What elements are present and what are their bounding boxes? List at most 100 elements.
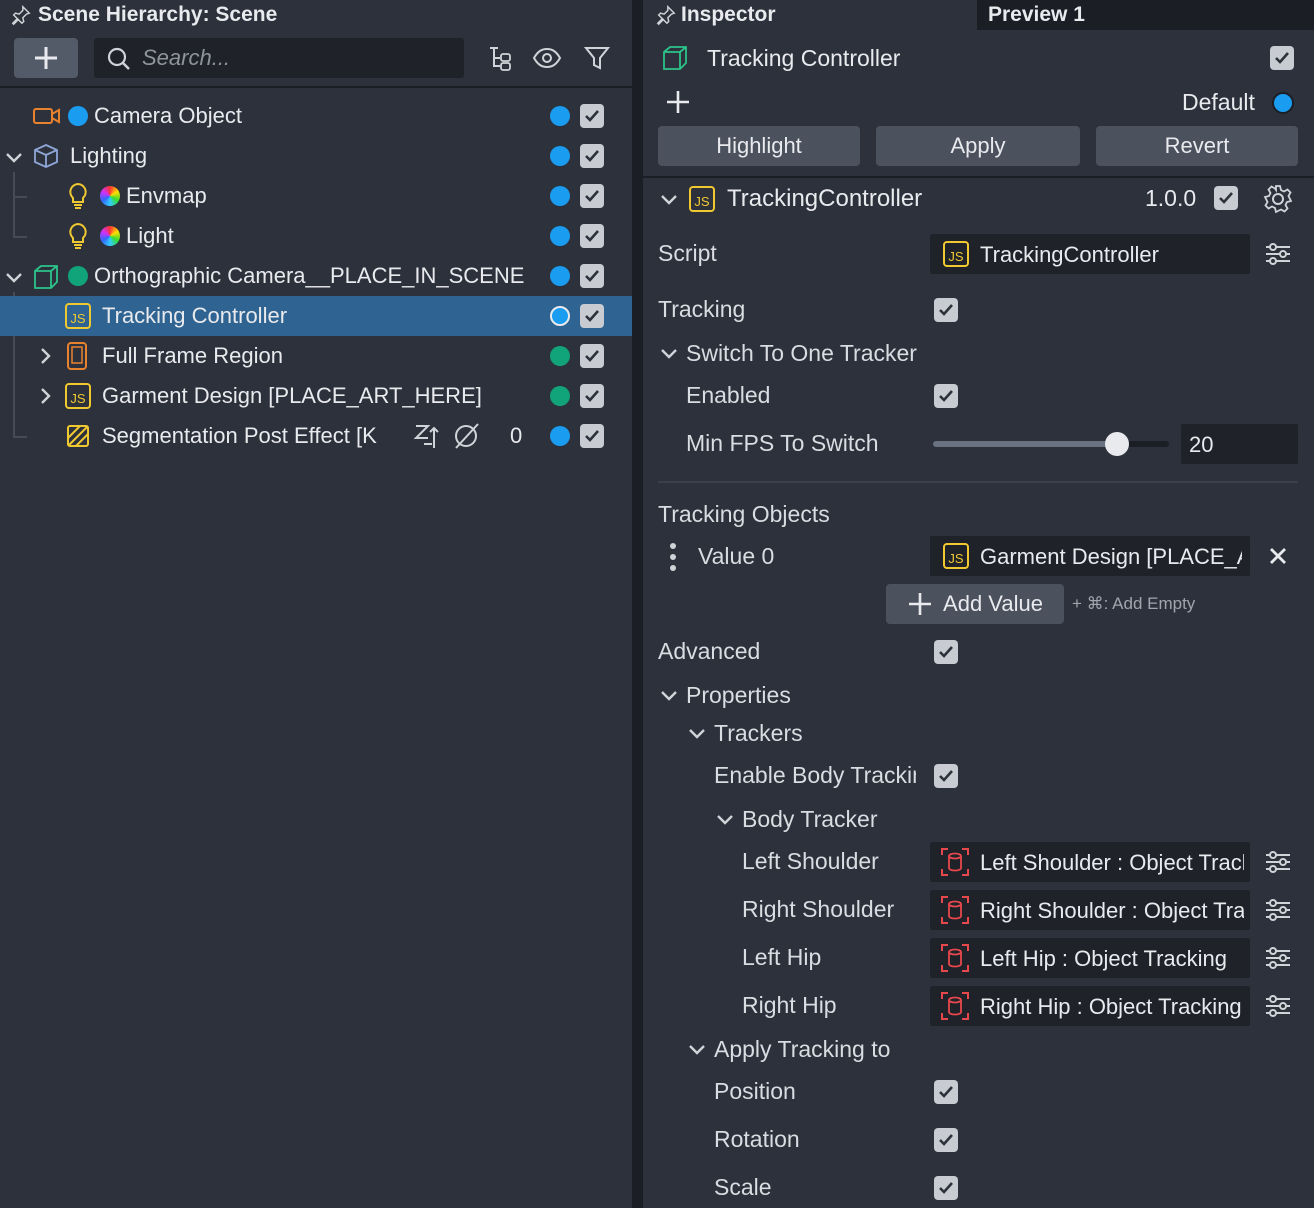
add-object-button[interactable]	[14, 38, 78, 78]
enabled-checkbox[interactable]	[580, 264, 604, 288]
value0-field[interactable]: JS Garment Design [PLACE_ART_HERE]	[930, 536, 1250, 576]
apply-button[interactable]: Apply	[876, 126, 1080, 166]
value0-label: Value 0	[698, 543, 775, 569]
sliders-icon[interactable]	[1265, 947, 1291, 969]
object-name[interactable]: Tracking Controller	[707, 45, 900, 72]
drag-handle-icon[interactable]	[669, 542, 677, 572]
chevron-down-icon[interactable]	[715, 810, 735, 830]
trackers-section[interactable]: Trackers	[714, 720, 803, 747]
layer-dot[interactable]	[550, 346, 570, 366]
chevron-down-icon[interactable]	[4, 268, 24, 288]
plus-icon	[35, 47, 57, 69]
row-label: Full Frame Region	[102, 343, 283, 368]
sliders-icon[interactable]	[1265, 899, 1291, 921]
hierarchy-row-camera-object[interactable]: Camera Object	[0, 96, 632, 136]
right-shoulder-field[interactable]: Right Shoulder : Object Tracking	[930, 890, 1250, 930]
inspector-title[interactable]: Inspector	[681, 3, 776, 27]
min-fps-slider[interactable]	[933, 432, 1169, 456]
mask-off-icon[interactable]	[452, 422, 480, 450]
close-icon[interactable]	[1268, 546, 1288, 566]
svg-text:JS: JS	[70, 391, 86, 406]
chevron-down-icon[interactable]	[4, 148, 24, 168]
box-icon	[34, 144, 58, 168]
layer-dot[interactable]	[550, 386, 570, 406]
enabled-checkbox[interactable]	[934, 384, 958, 408]
advanced-checkbox[interactable]	[934, 640, 958, 664]
layer-dot[interactable]	[1272, 92, 1294, 114]
apply-tracking-section[interactable]: Apply Tracking to	[714, 1036, 890, 1063]
row-label: Tracking Controller	[102, 303, 288, 328]
hierarchy-row-garment-design[interactable]: JS Garment Design [PLACE_ART_HERE]	[0, 376, 632, 416]
layer-dot[interactable]	[550, 106, 570, 126]
sliders-icon[interactable]	[1265, 851, 1291, 873]
hierarchy-row-envmap[interactable]: Envmap	[0, 176, 632, 216]
sliders-icon[interactable]	[1265, 243, 1291, 265]
hierarchy-row-segmentation-post-effect[interactable]: Segmentation Post Effect [K 0	[0, 416, 632, 456]
chevron-down-icon[interactable]	[659, 686, 679, 706]
enabled-checkbox[interactable]	[580, 184, 604, 208]
scale-checkbox[interactable]	[934, 1176, 958, 1200]
panel-divider[interactable]	[632, 0, 643, 1208]
right-hip-field[interactable]: Right Hip : Object Tracking	[930, 986, 1250, 1026]
layer-label[interactable]: Default	[1182, 89, 1255, 116]
component-enabled-checkbox[interactable]	[1214, 186, 1238, 210]
layer-dot[interactable]	[550, 426, 570, 446]
add-component-icon[interactable]	[665, 89, 691, 115]
enabled-checkbox[interactable]	[580, 424, 604, 448]
rotation-checkbox[interactable]	[934, 1128, 958, 1152]
layer-dot[interactable]	[550, 146, 570, 166]
enabled-checkbox[interactable]	[580, 344, 604, 368]
add-value-button[interactable]: Add Value	[886, 584, 1064, 624]
preview-tab-label: Preview 1	[988, 3, 1085, 26]
filter-icon[interactable]	[584, 45, 610, 71]
slider-fill	[933, 441, 1117, 447]
slider-knob[interactable]	[1105, 432, 1129, 456]
gear-icon[interactable]	[1263, 184, 1293, 214]
hierarchy-row-orthographic-camera[interactable]: Orthographic Camera__PLACE_IN_SCENE	[0, 256, 632, 296]
chevron-down-icon[interactable]	[659, 190, 679, 210]
enabled-checkbox[interactable]	[580, 224, 604, 248]
pin-icon[interactable]	[10, 4, 32, 26]
left-shoulder-field[interactable]: Left Shoulder : Object Tracking	[930, 842, 1250, 882]
js-script-icon: JS	[65, 303, 91, 329]
position-checkbox[interactable]	[934, 1080, 958, 1104]
script-field[interactable]: JS TrackingController	[930, 234, 1250, 274]
preview-tab[interactable]: Preview 1	[977, 0, 1314, 30]
chevron-down-icon[interactable]	[659, 344, 679, 364]
enabled-checkbox[interactable]	[580, 304, 604, 328]
layer-dot[interactable]	[550, 306, 570, 326]
layer-dot[interactable]	[550, 266, 570, 286]
left-hip-field[interactable]: Left Hip : Object Tracking	[930, 938, 1250, 978]
component-name[interactable]: TrackingController	[727, 185, 922, 213]
hierarchy-row-light[interactable]: Light	[0, 216, 632, 256]
search-input[interactable]	[142, 42, 452, 74]
chevron-down-icon[interactable]	[687, 724, 707, 744]
chevron-right-icon[interactable]	[36, 386, 56, 406]
chevron-down-icon[interactable]	[687, 1040, 707, 1060]
enable-body-tracking-checkbox[interactable]	[934, 764, 958, 788]
sliders-icon[interactable]	[1265, 995, 1291, 1017]
enabled-checkbox[interactable]	[580, 144, 604, 168]
highlight-button[interactable]: Highlight	[658, 126, 860, 166]
eye-icon[interactable]	[532, 46, 562, 70]
switch-to-one-tracker-section[interactable]: Switch To One Tracker	[686, 340, 917, 367]
check-icon	[585, 430, 599, 442]
enabled-checkbox[interactable]	[580, 384, 604, 408]
hierarchy-row-full-frame-region[interactable]: Full Frame Region	[0, 336, 632, 376]
body-tracker-section[interactable]: Body Tracker	[742, 806, 878, 833]
hierarchy-row-lighting[interactable]: Lighting	[0, 136, 632, 176]
row-label: Segmentation Post Effect [K	[102, 423, 377, 448]
revert-button[interactable]: Revert	[1096, 126, 1298, 166]
layer-dot[interactable]	[550, 186, 570, 206]
enabled-checkbox[interactable]	[580, 104, 604, 128]
min-fps-input[interactable]: 20	[1181, 424, 1298, 464]
chevron-right-icon[interactable]	[36, 346, 56, 366]
pin-icon[interactable]	[655, 4, 677, 26]
object-enabled-checkbox[interactable]	[1270, 46, 1294, 70]
hierarchy-sort-icon[interactable]	[486, 44, 514, 72]
hierarchy-row-tracking-controller[interactable]: JS Tracking Controller	[0, 296, 632, 336]
properties-section[interactable]: Properties	[686, 682, 791, 709]
layer-dot[interactable]	[550, 226, 570, 246]
z-order-icon[interactable]	[412, 422, 440, 450]
tracking-checkbox[interactable]	[934, 298, 958, 322]
